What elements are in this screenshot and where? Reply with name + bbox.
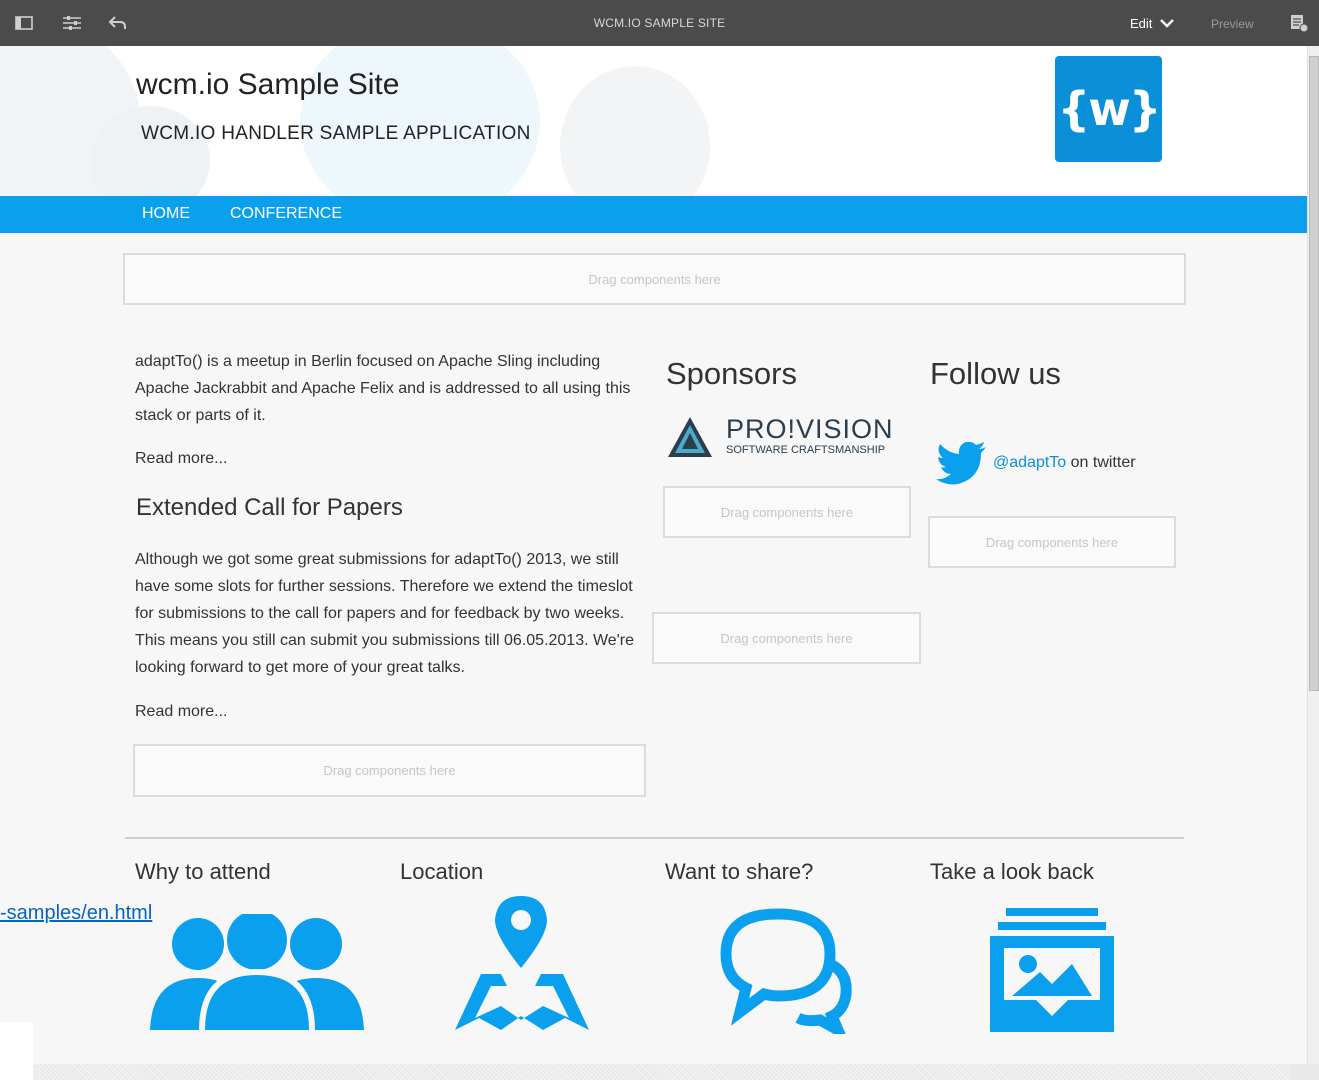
page-canvas: wcm.io Sample Site WCM.IO HANDLER SAMPLE… bbox=[0, 46, 1307, 1064]
teaser-title-look-back[interactable]: Take a look back bbox=[930, 859, 1094, 885]
drop-zone[interactable]: Drag components here bbox=[133, 744, 646, 797]
url-overlay-link[interactable]: -samples/en.html bbox=[0, 902, 152, 925]
header-decoration bbox=[560, 66, 710, 196]
provision-mark-icon bbox=[668, 417, 712, 457]
photo-archive-icon[interactable] bbox=[988, 906, 1116, 1037]
article-title: Extended Call for Papers bbox=[136, 494, 403, 521]
provision-logo[interactable]: PRO!VISION SOFTWARE CRAFTSMANSHIP bbox=[666, 414, 893, 460]
article-text: Although we got some great submissions f… bbox=[135, 551, 634, 676]
teaser-title-location[interactable]: Location bbox=[400, 859, 483, 885]
main-navigation: HOME CONFERENCE bbox=[0, 196, 1307, 233]
sponsors-title: Sponsors bbox=[666, 356, 797, 391]
edit-label: Edit bbox=[1130, 16, 1153, 31]
edit-mode-button[interactable]: Edit bbox=[1130, 16, 1175, 31]
twitter-suffix: on twitter bbox=[1066, 454, 1136, 471]
editor-toolbar: WCM.IO SAMPLE SITE Edit Preview bbox=[0, 0, 1319, 46]
follow-title: Follow us bbox=[930, 356, 1061, 391]
site-subtitle: WCM.IO HANDLER SAMPLE APPLICATION bbox=[141, 123, 531, 144]
drop-zone[interactable]: Drag components here bbox=[928, 516, 1176, 568]
drop-zone[interactable]: Drag components here bbox=[652, 612, 921, 664]
sponsor-tagline: SOFTWARE CRAFTSMANSHIP bbox=[726, 444, 886, 456]
map-pin-icon[interactable] bbox=[455, 896, 589, 1039]
drop-zone[interactable]: Drag components here bbox=[663, 486, 911, 538]
logo-text: {w} bbox=[1057, 82, 1162, 136]
nav-item-home[interactable]: HOME bbox=[142, 205, 190, 223]
teaser-title-why-attend[interactable]: Why to attend bbox=[135, 859, 271, 885]
drop-zone[interactable]: Drag components here bbox=[123, 253, 1186, 305]
chat-bubbles-icon[interactable] bbox=[720, 906, 854, 1043]
page-info-icon[interactable] bbox=[1289, 13, 1309, 33]
twitter-line: @adaptTo on twitter bbox=[993, 454, 1136, 472]
page-title: WCM.IO SAMPLE SITE bbox=[593, 16, 726, 30]
wcmio-logo[interactable]: {w} bbox=[1055, 56, 1162, 162]
site-title[interactable]: wcm.io Sample Site bbox=[136, 68, 399, 102]
twitter-icon[interactable] bbox=[936, 441, 988, 491]
intro-text: adaptTo() is a meetup in Berlin focused … bbox=[135, 353, 631, 424]
window-edge bbox=[0, 1022, 33, 1080]
vertical-scrollbar[interactable] bbox=[1307, 46, 1319, 1064]
scrollbar-corner bbox=[1290, 1064, 1319, 1080]
preview-button[interactable]: Preview bbox=[1211, 17, 1254, 31]
horizontal-scrollbar[interactable] bbox=[0, 1064, 1307, 1080]
sponsor-name: PRO!VISION bbox=[726, 414, 894, 444]
scrollbar-thumb[interactable] bbox=[1309, 56, 1319, 691]
teaser-title-share[interactable]: Want to share? bbox=[665, 859, 813, 885]
twitter-handle-link[interactable]: @adaptTo bbox=[993, 454, 1066, 471]
read-more-link[interactable]: Read more... bbox=[135, 445, 227, 472]
read-more-link[interactable]: Read more... bbox=[135, 698, 227, 725]
site-header: wcm.io Sample Site WCM.IO HANDLER SAMPLE… bbox=[0, 46, 1307, 196]
chevron-down-icon bbox=[1160, 16, 1175, 31]
nav-item-conference[interactable]: CONFERENCE bbox=[230, 205, 342, 223]
section-divider bbox=[125, 837, 1184, 839]
people-icon[interactable] bbox=[150, 910, 364, 1035]
